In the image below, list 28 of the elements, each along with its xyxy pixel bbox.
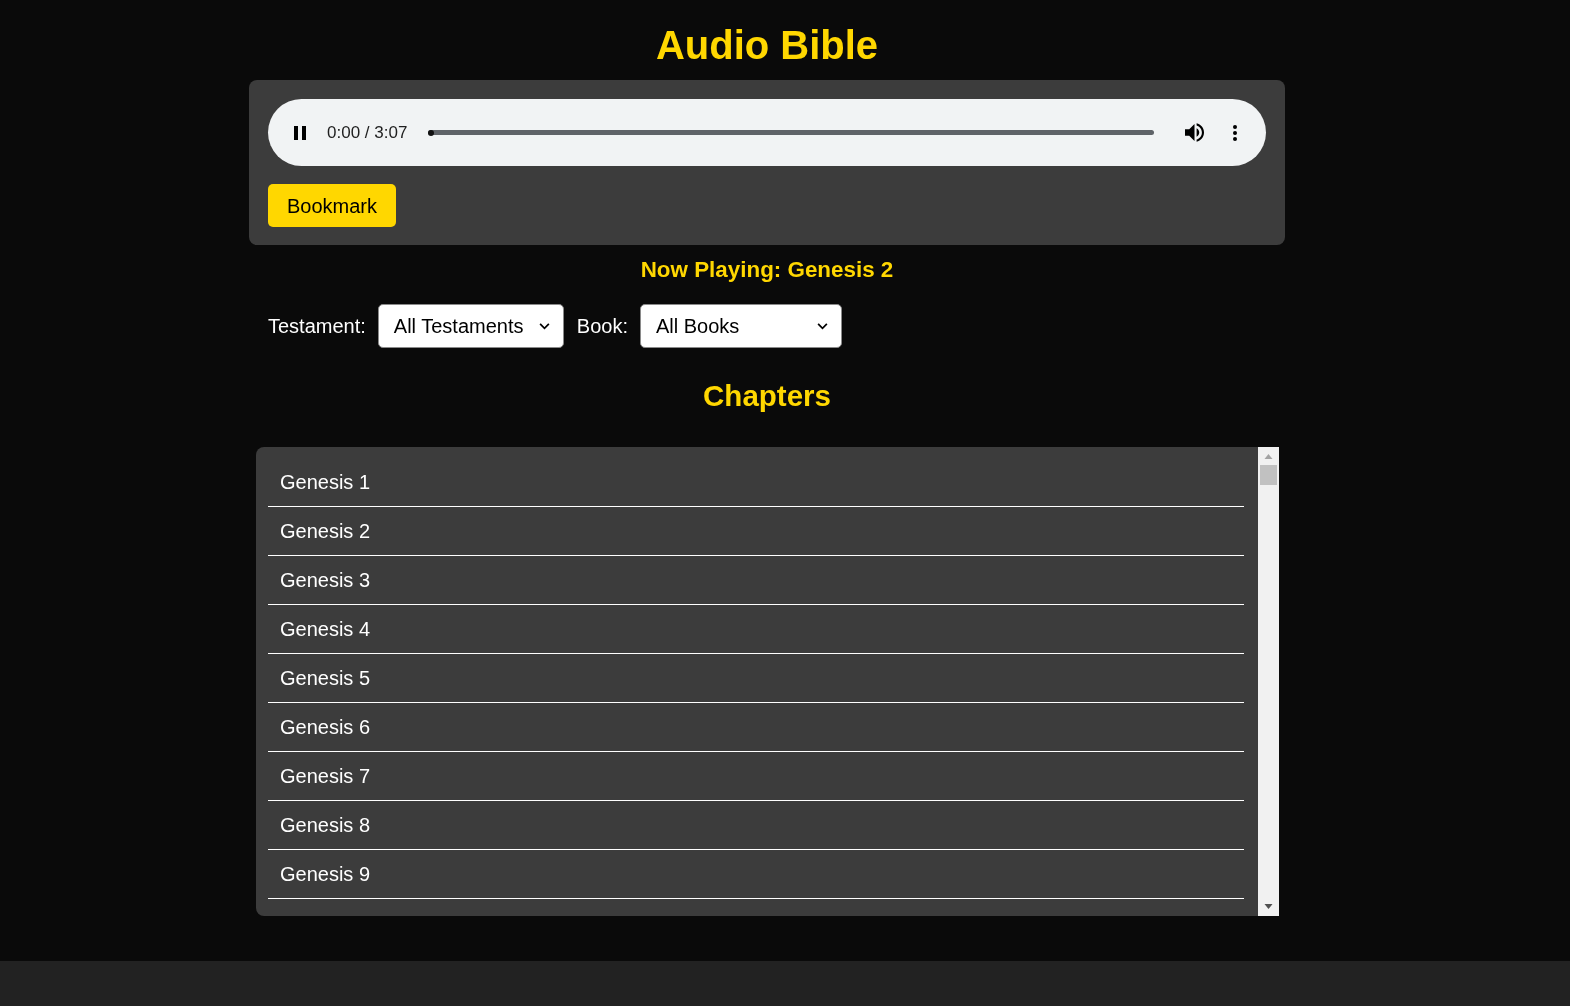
- scrollbar[interactable]: [1258, 447, 1279, 916]
- dropdown-select[interactable]: All Testaments: [377, 304, 564, 348]
- filter-label: Testament:: [268, 314, 366, 339]
- chevron-down-icon: [817, 322, 828, 330]
- volume-icon: [1185, 123, 1204, 142]
- now-playing-text: Now Playing: Genesis 2: [639, 257, 895, 283]
- filter-label: Book:: [576, 314, 628, 339]
- chevron-down-icon: [538, 322, 550, 330]
- dropdown-select[interactable]: All Books: [640, 304, 842, 348]
- chapter-item[interactable]: Genesis 9: [268, 850, 1244, 899]
- progress-track[interactable]: [428, 130, 1154, 135]
- chapter-item[interactable]: Genesis 1: [268, 458, 1244, 507]
- chapter-item[interactable]: Genesis 8: [268, 801, 1244, 850]
- page-title: Audio Bible: [654, 22, 880, 68]
- chapter-item[interactable]: Genesis 2: [268, 507, 1244, 556]
- more-options-icon: [1233, 124, 1237, 141]
- chapter-item[interactable]: Genesis 4: [268, 605, 1244, 654]
- chapter-item[interactable]: Genesis 6: [268, 703, 1244, 752]
- chapter-item[interactable]: Genesis 3: [268, 556, 1244, 605]
- bookmark-button[interactable]: Bookmark: [268, 184, 397, 227]
- chapter-item[interactable]: Genesis 5: [268, 654, 1244, 703]
- chapters-heading: Chapters: [702, 379, 832, 413]
- scroll-down-arrow-icon[interactable]: [1264, 904, 1273, 909]
- scrollbar-thumb[interactable]: [1260, 465, 1277, 485]
- chapter-item[interactable]: Genesis 7: [268, 752, 1244, 801]
- progress-thumb[interactable]: [428, 129, 435, 136]
- time-display: 0:00 / 3:07: [327, 121, 408, 144]
- pause-icon: [294, 125, 306, 140]
